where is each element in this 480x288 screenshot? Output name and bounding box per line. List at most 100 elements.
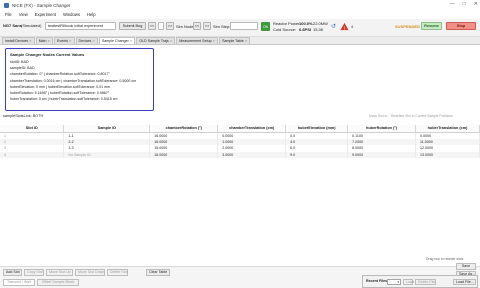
prev-step-button[interactable]: << — [193, 22, 201, 30]
warning-icon[interactable]: ! — [340, 22, 349, 31]
reactor-power-value: 100.0% — [299, 21, 313, 26]
menu-bar: File View Experiment Windows Help — [0, 10, 480, 19]
close-tab-icon[interactable]: ✕ — [213, 38, 216, 44]
close-tab-icon[interactable]: ✕ — [47, 38, 50, 44]
save-button[interactable]: Save — [456, 263, 476, 270]
suspended-status: SUSPENDED — [395, 24, 420, 29]
next-node-button[interactable]: >> — [166, 22, 174, 30]
stop-button[interactable]: Stop — [446, 22, 476, 30]
sim-mode-label: (Simulated) — [21, 23, 42, 28]
status-on-badge: ON — [261, 22, 270, 31]
cold-source-value: 6.6PSI — [299, 27, 312, 32]
tab-install-devices[interactable]: Install Devices ✕ — [2, 37, 35, 44]
redefine-slot-button[interactable]: Redefine Slot to Current Sample Position… — [391, 113, 453, 119]
tab-label: OLD Sample Trajs — [139, 39, 169, 43]
window-titlebar: NICE (FX) - Sample Changer — □ ✕ — [0, 0, 480, 10]
table-row[interactable]: 4 No Sample ID 16.0000 3.0000 9.0 9.0000… — [0, 151, 480, 158]
tab-sample-table[interactable]: Sample Table ✕ — [219, 37, 251, 44]
panel-heading: Sample Changer Nodes Current Values — [10, 52, 85, 57]
reactor-power-label: Reactor Power: — [273, 21, 301, 26]
tab-label: Main — [38, 39, 47, 43]
sim-step-input[interactable] — [230, 22, 258, 30]
column-header[interactable]: Sample ID — [63, 125, 151, 133]
tab-label: Events — [57, 39, 68, 43]
column-header[interactable]: chamberTranslation (cm) — [217, 125, 287, 133]
offset-sample-block-field[interactable]: Offset Sample Block — [37, 279, 79, 286]
close-tab-icon[interactable]: ✕ — [69, 38, 72, 44]
column-header[interactable]: chamberRotation (°) — [149, 125, 219, 133]
prev-node-button[interactable]: << — [148, 22, 156, 30]
column-header[interactable]: Slot ID — [0, 125, 65, 133]
resume-button[interactable]: Resume — [421, 22, 442, 30]
close-tab-icon[interactable]: ✕ — [170, 38, 173, 44]
table-cell[interactable]: 3.0000 — [217, 151, 287, 158]
menu-file[interactable]: File — [5, 12, 12, 17]
column-header[interactable]: huberTranslation (cm) — [415, 125, 480, 133]
tab-label: Sample Changer — [101, 39, 129, 43]
column-header[interactable]: huberRotation (°) — [347, 125, 417, 133]
drag-hint: Drag row to reorder slots — [426, 257, 464, 261]
slot-table: Slot ID Sample ID chamberRotation (°) ch… — [0, 125, 480, 158]
column-header[interactable]: huberElevation (mm) — [285, 125, 349, 133]
node-input[interactable] — [158, 22, 164, 30]
tab-label: Measurement Setup — [179, 39, 212, 43]
add-slot-button[interactable]: Add Slot — [3, 269, 22, 276]
toolbar: NG7 Sans (Simulated) testtestFillbook in… — [0, 19, 480, 37]
tab-sample-changer[interactable]: Sample Changer ✕ — [98, 37, 136, 44]
app-icon — [4, 2, 9, 8]
copy-slot-button[interactable]: Copy Slot — [24, 269, 44, 276]
cold-source-temp: 15.3K — [313, 27, 324, 32]
tab-label: Install Devices — [5, 39, 29, 43]
move-slot-down-button[interactable]: Move Slot Down — [75, 269, 105, 276]
current-values-panel: Sample Changer Nodes Current Values slot… — [5, 48, 154, 111]
maximize-button[interactable]: □ — [463, 1, 466, 7]
tab-main[interactable]: Main ✕ — [35, 37, 53, 44]
table-header-row: Slot ID Sample ID chamberRotation (°) ch… — [0, 125, 480, 133]
chamber-translation-value: chamberTranslation: 0.0016 cm | chamberT… — [10, 78, 137, 83]
sample-slots-link: sampleSlotsLink: BOTH — [3, 114, 44, 118]
alert-count: 4 — [351, 24, 354, 29]
refresh-icon[interactable]: ↺ — [331, 23, 336, 30]
close-tab-icon[interactable]: ✕ — [245, 38, 248, 44]
tab-label: Sample Table — [222, 39, 244, 43]
table-cell[interactable]: 9.0000 — [347, 151, 417, 158]
table-cell[interactable]: 9.0 — [285, 151, 349, 158]
instrument-name: NG7 Sans — [3, 23, 22, 28]
close-tab-icon[interactable]: ✕ — [29, 38, 32, 44]
move-slot-up-button[interactable]: Move Slot Up — [46, 269, 73, 276]
close-tab-icon[interactable]: ✕ — [92, 38, 95, 44]
minimize-button[interactable]: — — [450, 1, 455, 7]
tab-old-sample-trajs[interactable]: OLD Sample Trajs ✕ — [136, 37, 176, 44]
transmit-wait-field[interactable]: Transmit / Wait — [3, 279, 35, 286]
huber-translation-value: huberTranslation: 0 cm | huberTranslatio… — [10, 97, 118, 102]
delete-file-button[interactable]: Delete File — [415, 279, 436, 285]
menu-view[interactable]: View — [19, 12, 28, 17]
sample-id-cell[interactable]: No Sample ID — [63, 151, 151, 158]
next-step-button[interactable]: >> — [203, 22, 211, 30]
recent-files-group: Recent Files: ▾ Load Delete File Load Fi… — [362, 275, 478, 288]
close-tab-icon[interactable]: ✕ — [130, 38, 133, 44]
submit-bug-button[interactable]: Submit Bug — [119, 22, 146, 30]
chevron-down-icon: ▾ — [397, 280, 399, 284]
close-button[interactable]: ✕ — [474, 1, 478, 7]
delete-slot-button[interactable]: Delete Slot — [107, 269, 128, 276]
experiment-field[interactable]: testtestFillbook initial experiment — [45, 22, 116, 30]
move-slot-to-button[interactable]: Move Slot to — [369, 113, 387, 119]
bottom-bar: Add Slot Copy Slot Move Slot Up Move Slo… — [0, 263, 480, 288]
tab-events[interactable]: Events ✕ — [54, 37, 75, 44]
recent-files-label: Recent Files: — [366, 279, 389, 283]
slot-id-cell[interactable]: 4 — [0, 151, 65, 158]
load-button[interactable]: Load — [403, 279, 414, 285]
table-cell[interactable]: 13.0000 — [415, 151, 480, 158]
menu-help[interactable]: Help — [87, 12, 96, 17]
recent-files-select[interactable]: ▾ — [387, 279, 401, 285]
svg-text:!: ! — [344, 25, 345, 30]
tab-devices[interactable]: Devices ✕ — [75, 37, 98, 44]
load-file-button[interactable]: Load File... — [453, 279, 476, 285]
sim-step-label: Sim Step: — [213, 24, 231, 29]
menu-experiment[interactable]: Experiment — [35, 12, 56, 17]
menu-windows[interactable]: Windows — [63, 12, 80, 17]
tab-measurement-setup[interactable]: Measurement Setup ✕ — [176, 37, 219, 44]
table-cell[interactable]: 16.0000 — [149, 151, 219, 158]
clear-table-button[interactable]: Clear Table — [146, 269, 170, 276]
